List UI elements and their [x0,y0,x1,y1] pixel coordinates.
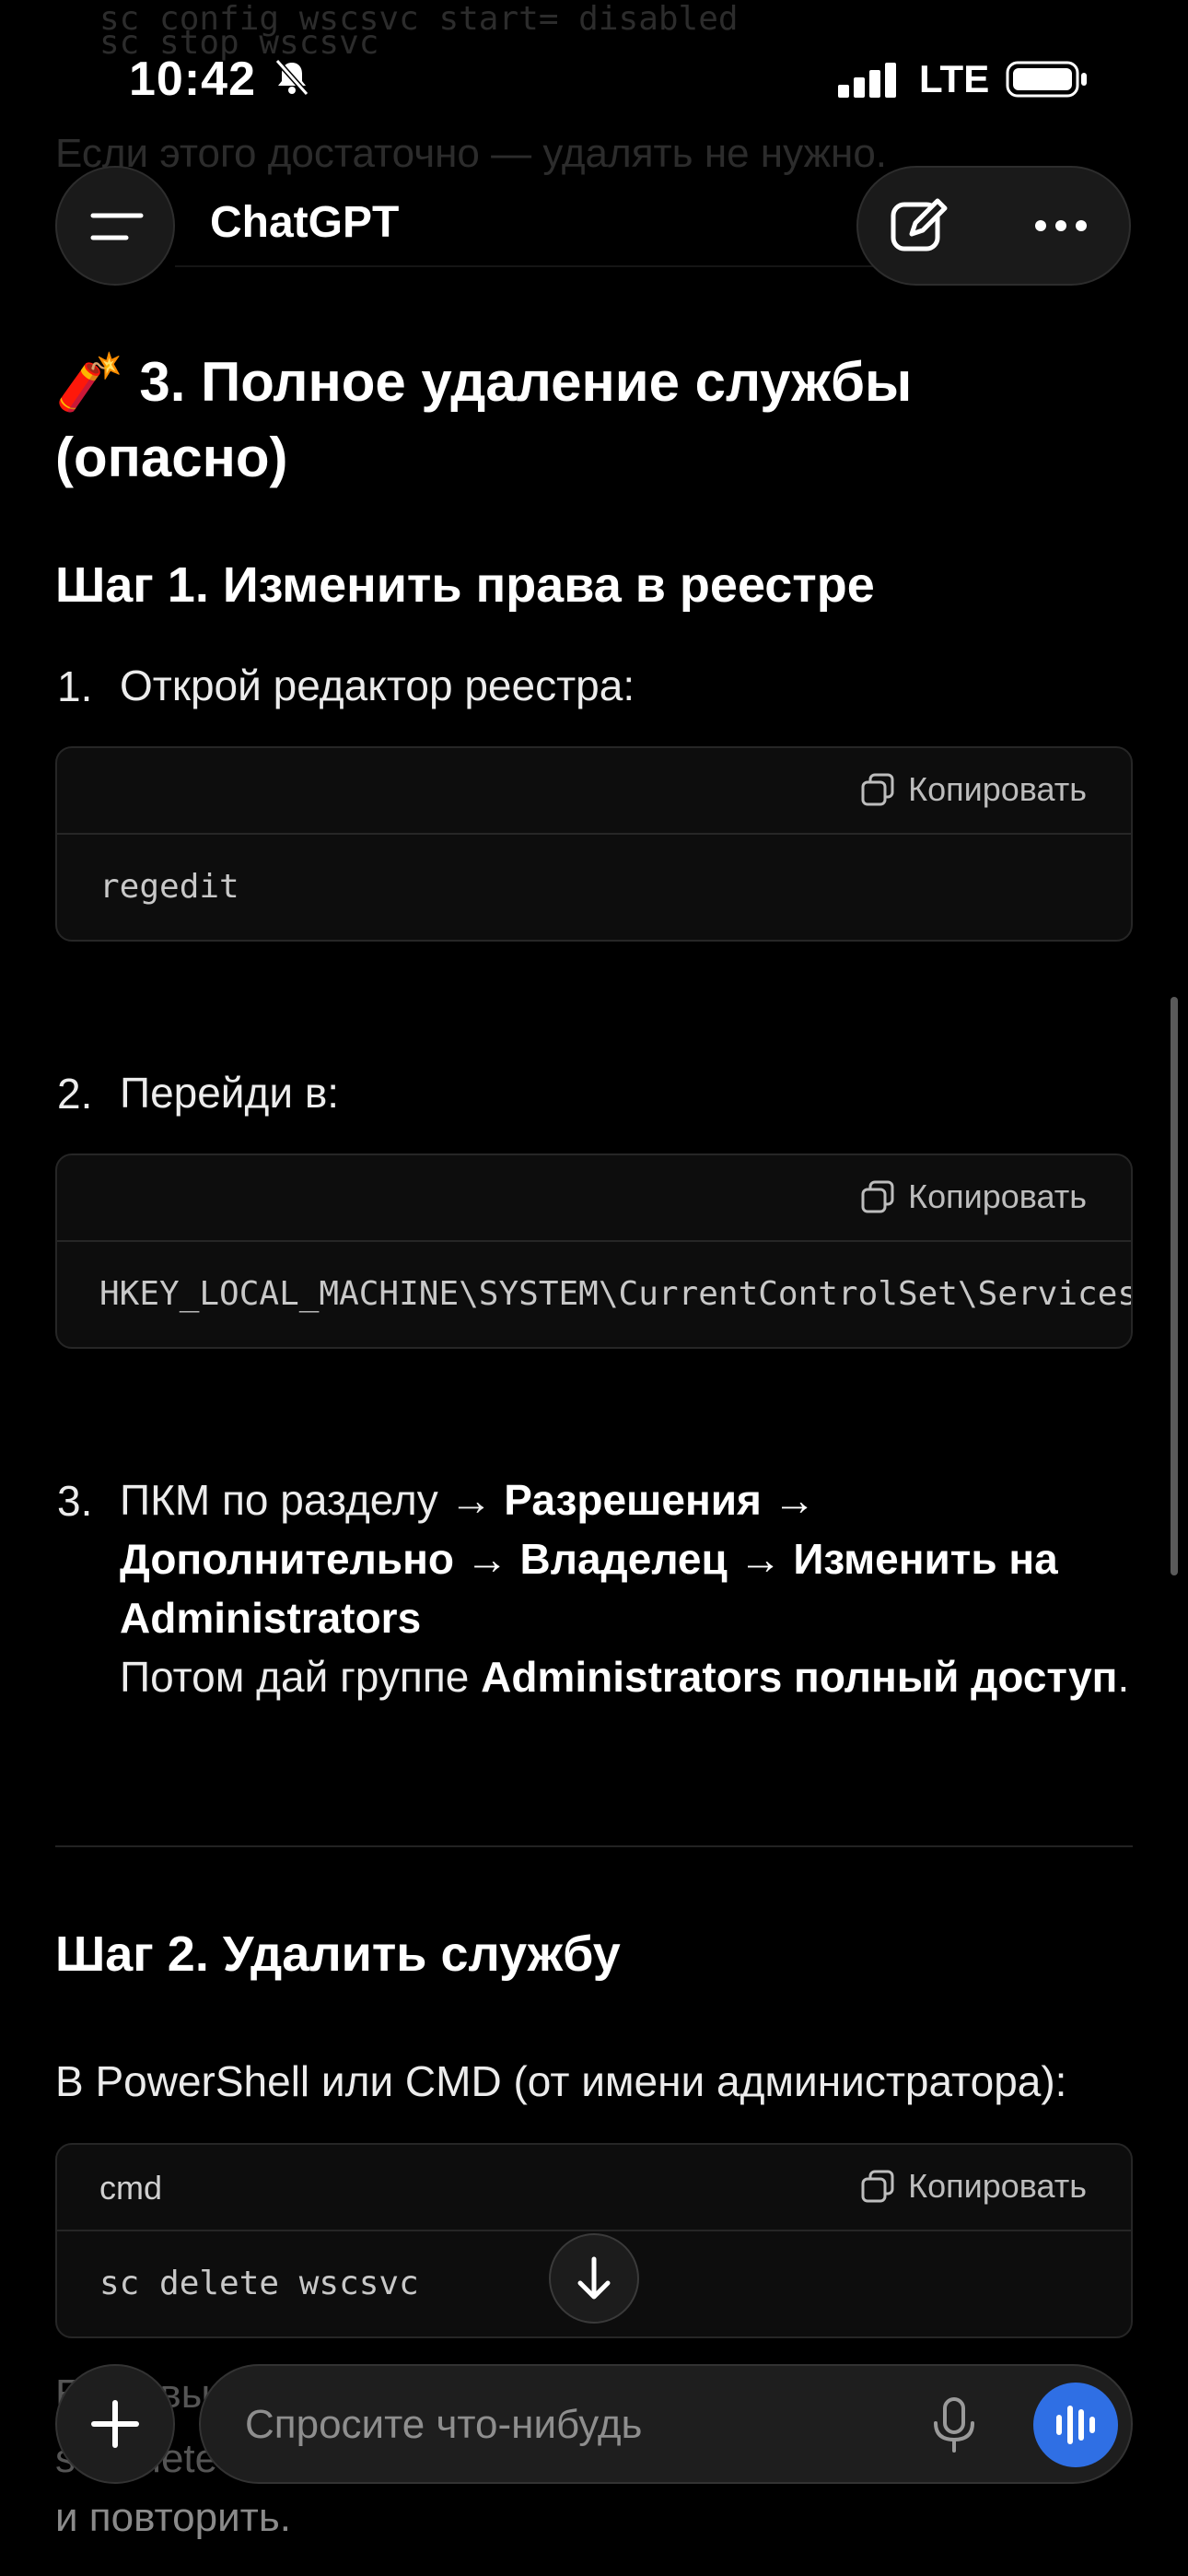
network-type: LTE [919,57,990,100]
item3-text-c: Потом дай группе [120,1653,482,1701]
faded-code-line: sc stop wscsvc [99,24,379,62]
header-actions [856,166,1131,286]
code-block-header: cmd Копировать [57,2145,1131,2231]
code-text: regedit [99,868,239,906]
code-block-body: regedit [57,835,1131,940]
bell-muted-icon [274,59,309,96]
menu-button[interactable] [55,166,175,286]
code-text: HKEY_LOCAL_MACHINE\SYSTEM\CurrentControl… [99,1275,1131,1313]
scroll-down-button[interactable] [549,2233,639,2324]
voice-waveform-icon [1056,2406,1095,2444]
list-item-text: Открой редактор реестра: [120,662,635,709]
copy-label: Копировать [908,770,1087,808]
signal-icon [838,63,896,98]
copy-label: Копировать [908,1177,1087,1215]
header-divider [175,265,875,267]
section-title-text: 3. Полное удаление службы (опасно) [55,351,913,488]
code-language: cmd [99,2169,163,2207]
microphone-icon[interactable] [928,2395,980,2456]
copy-button[interactable]: Копировать [860,2167,1087,2206]
item3-text-d: Administrators полный доступ [481,1653,1118,1701]
app-title[interactable]: ChatGPT [210,197,399,248]
list-item-text: ПКМ по разделу → Разрешения → Дополнител… [120,1470,1133,1706]
code-block-body[interactable]: HKEY_LOCAL_MACHINE\SYSTEM\CurrentControl… [57,1242,1131,1347]
item3-text-a: ПКМ по разделу → [120,1476,505,1524]
message-input[interactable] [243,2394,873,2456]
copy-icon [861,2170,894,2203]
faded-text-line: Если этого достаточно — удалять не нужно… [55,131,888,176]
code-text: sc delete wscsvc [99,2265,419,2302]
code-block-header: Копировать [57,748,1131,835]
copy-button[interactable]: Копировать [860,1177,1087,1216]
new-chat-button[interactable] [886,193,950,258]
firecracker-icon: 🧨 [55,351,124,413]
list-number: 1. [57,662,93,710]
list-number: 3. [57,1477,93,1525]
battery-icon [1006,61,1087,98]
attach-button[interactable] [55,2364,175,2484]
item3-text-e: . [1117,1653,1130,1701]
list-number: 2. [57,1070,93,1118]
composer [199,2364,1133,2484]
code-block-header: Копировать [57,1155,1131,1242]
scrollbar[interactable] [1171,997,1178,1575]
step1-heading: Шаг 1. Изменить права в реестре [55,557,875,613]
voice-mode-button[interactable] [1033,2383,1118,2467]
step2-intro: В PowerShell или CMD (от имени администр… [55,2057,1067,2105]
faded-text-line: и повторить. [55,2495,291,2540]
code-block: Копировать regedit [55,746,1133,942]
more-options-button[interactable] [1024,193,1098,258]
step2-heading: Шаг 2. Удалить службу [55,1926,621,1982]
hamburger-icon [90,213,144,240]
section-title: 🧨 3. Полное удаление службы (опасно) [55,345,1142,496]
list-item-text: Перейди в: [120,1069,340,1117]
copy-button[interactable]: Копировать [860,770,1087,809]
copy-icon [861,773,894,806]
copy-icon [861,1180,894,1213]
section-divider [55,1845,1133,1847]
plus-icon [91,2400,139,2448]
code-block: Копировать HKEY_LOCAL_MACHINE\SYSTEM\Cur… [55,1153,1133,1349]
copy-label: Копировать [908,2167,1087,2205]
arrow-down-icon [577,2256,611,2300]
